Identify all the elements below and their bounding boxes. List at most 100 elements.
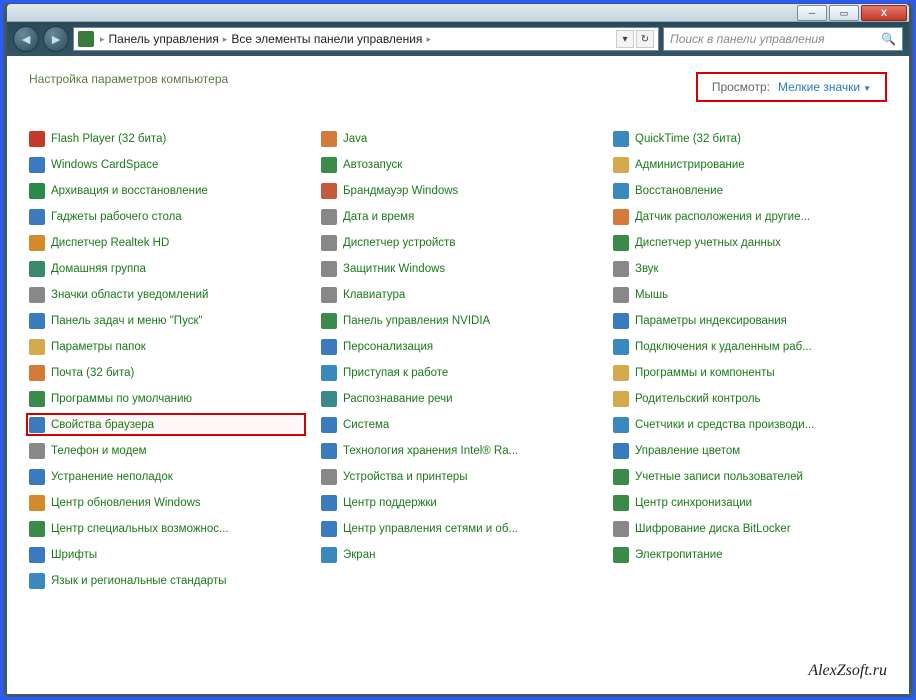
cp-item-intel[interactable]: Технология хранения Intel® Ra...	[321, 442, 595, 459]
cp-item-label: Счетчики и средства производи...	[635, 419, 814, 431]
cp-item-system[interactable]: Система	[321, 416, 595, 433]
control-panel-window: ─ ▭ X ◄ ► ▸ Панель управления ▸ Все элем…	[6, 3, 910, 695]
cp-item-sensors[interactable]: Датчик расположения и другие...	[613, 208, 887, 225]
cp-item-creds[interactable]: Диспетчер учетных данных	[613, 234, 887, 251]
cp-item-admin[interactable]: Администрирование	[613, 156, 887, 173]
cp-item-sound[interactable]: Звук	[613, 260, 887, 277]
breadcrumb-level2[interactable]: Все элементы панели управления	[231, 32, 422, 46]
cp-item-mouse[interactable]: Мышь	[613, 286, 887, 303]
cp-item-label: Гаджеты рабочего стола	[51, 211, 182, 223]
cp-item-defender[interactable]: Защитник Windows	[321, 260, 595, 277]
cp-item-datetime[interactable]: Дата и время	[321, 208, 595, 225]
cp-item-homegroup[interactable]: Домашняя группа	[29, 260, 303, 277]
cp-item-programs[interactable]: Программы и компоненты	[613, 364, 887, 381]
back-button[interactable]: ◄	[13, 26, 39, 52]
cp-item-label: Управление цветом	[635, 445, 740, 457]
cp-item-recovery[interactable]: Восстановление	[613, 182, 887, 199]
speech-icon	[321, 391, 337, 407]
action-icon	[321, 495, 337, 511]
cp-item-devmgr[interactable]: Диспетчер устройств	[321, 234, 595, 251]
cp-item-java[interactable]: Java	[321, 130, 595, 147]
cp-item-realtek[interactable]: Диспетчер Realtek HD	[29, 234, 303, 251]
cp-item-personalize[interactable]: Персонализация	[321, 338, 595, 355]
cp-item-index[interactable]: Параметры индексирования	[613, 312, 887, 329]
cp-item-backup[interactable]: Архивация и восстановление	[29, 182, 303, 199]
cp-item-flash[interactable]: Flash Player (32 бита)	[29, 130, 303, 147]
autoplay-icon	[321, 157, 337, 173]
cp-item-label: Панель задач и меню "Пуск"	[51, 315, 203, 327]
cp-item-mail[interactable]: Почта (32 бита)	[29, 364, 303, 381]
navbar: ◄ ► ▸ Панель управления ▸ Все элементы п…	[7, 22, 909, 56]
cp-item-autoplay[interactable]: Автозапуск	[321, 156, 595, 173]
backup-icon	[29, 183, 45, 199]
cp-item-keyboard[interactable]: Клавиатура	[321, 286, 595, 303]
cp-item-remote[interactable]: Подключения к удаленным раб...	[613, 338, 887, 355]
cp-item-perf[interactable]: Счетчики и средства производи...	[613, 416, 887, 433]
history-dropdown-button[interactable]: ▾	[616, 30, 634, 48]
display-icon	[321, 547, 337, 563]
cp-item-getstarted[interactable]: Приступая к работе	[321, 364, 595, 381]
cp-item-parental[interactable]: Родительский контроль	[613, 390, 887, 407]
cp-item-region[interactable]: Язык и региональные стандарты	[29, 572, 303, 589]
cp-item-users[interactable]: Учетные записи пользователей	[613, 468, 887, 485]
cp-item-label: Администрирование	[635, 159, 745, 171]
cp-item-power[interactable]: Электропитание	[613, 546, 887, 563]
cp-item-inetopts[interactable]: Свойства браузера	[29, 416, 303, 433]
cp-item-fonts[interactable]: Шрифты	[29, 546, 303, 563]
cp-item-defaults[interactable]: Программы по умолчанию	[29, 390, 303, 407]
cp-item-label: Свойства браузера	[51, 419, 154, 431]
maximize-button[interactable]: ▭	[829, 5, 859, 21]
cp-item-ease[interactable]: Центр специальных возможнос...	[29, 520, 303, 537]
realtek-icon	[29, 235, 45, 251]
breadcrumb[interactable]: ▸ Панель управления ▸ Все элементы панел…	[100, 32, 431, 46]
cp-item-sync[interactable]: Центр синхронизации	[613, 494, 887, 511]
cp-item-label: Архивация и восстановление	[51, 185, 208, 197]
cp-item-nvidia[interactable]: Панель управления NVIDIA	[321, 312, 595, 329]
cp-item-label: Учетные записи пользователей	[635, 471, 803, 483]
refresh-button[interactable]: ↻	[636, 30, 654, 48]
cp-item-network[interactable]: Центр управления сетями и об...	[321, 520, 595, 537]
items-grid: Flash Player (32 бита) Windows CardSpace А…	[29, 130, 887, 589]
cp-item-update[interactable]: Центр обновления Windows	[29, 494, 303, 511]
close-button[interactable]: X	[861, 5, 907, 21]
cp-item-color[interactable]: Управление цветом	[613, 442, 887, 459]
minimize-button[interactable]: ─	[797, 5, 827, 21]
region-icon	[29, 573, 45, 589]
cp-item-bitlocker[interactable]: Шифрование диска BitLocker	[613, 520, 887, 537]
programs-icon	[613, 365, 629, 381]
tray-icon	[29, 287, 45, 303]
address-bar[interactable]: ▸ Панель управления ▸ Все элементы панел…	[73, 27, 659, 51]
sensors-icon	[613, 209, 629, 225]
forward-button[interactable]: ►	[43, 26, 69, 52]
view-selector[interactable]: Просмотр: Мелкие значки▼	[696, 72, 887, 102]
cp-item-speech[interactable]: Распознавание речи	[321, 390, 595, 407]
index-icon	[613, 313, 629, 329]
watermark: AlexZsoft.ru	[808, 662, 887, 680]
phone-icon	[29, 443, 45, 459]
cp-item-action[interactable]: Центр поддержки	[321, 494, 595, 511]
breadcrumb-level1[interactable]: Панель управления	[109, 32, 219, 46]
keyboard-icon	[321, 287, 337, 303]
cp-item-trouble[interactable]: Устранение неполадок	[29, 468, 303, 485]
view-value[interactable]: Мелкие значки▼	[778, 80, 871, 94]
control-panel-icon	[78, 31, 94, 47]
mouse-icon	[613, 287, 629, 303]
cp-item-taskbar[interactable]: Панель задач и меню "Пуск"	[29, 312, 303, 329]
cp-item-quicktime[interactable]: QuickTime (32 бита)	[613, 130, 887, 147]
cp-item-tray[interactable]: Значки области уведомлений	[29, 286, 303, 303]
cp-item-devices[interactable]: Устройства и принтеры	[321, 468, 595, 485]
cp-item-phone[interactable]: Телефон и модем	[29, 442, 303, 459]
chevron-right-icon: ▸	[426, 34, 431, 45]
cp-item-cardspace[interactable]: Windows CardSpace	[29, 156, 303, 173]
cp-item-label: Домашняя группа	[51, 263, 146, 275]
cp-item-firewall[interactable]: Брандмауэр Windows	[321, 182, 595, 199]
devmgr-icon	[321, 235, 337, 251]
cp-item-label: Flash Player (32 бита)	[51, 133, 166, 145]
cp-item-gadgets[interactable]: Гаджеты рабочего стола	[29, 208, 303, 225]
cp-item-folderopts[interactable]: Параметры папок	[29, 338, 303, 355]
cp-item-label: Подключения к удаленным раб...	[635, 341, 812, 353]
cp-item-display[interactable]: Экран	[321, 546, 595, 563]
cp-item-label: QuickTime (32 бита)	[635, 133, 741, 145]
cp-item-label: Центр управления сетями и об...	[343, 523, 518, 535]
search-box[interactable]: Поиск в панели управления 🔍	[663, 27, 903, 51]
